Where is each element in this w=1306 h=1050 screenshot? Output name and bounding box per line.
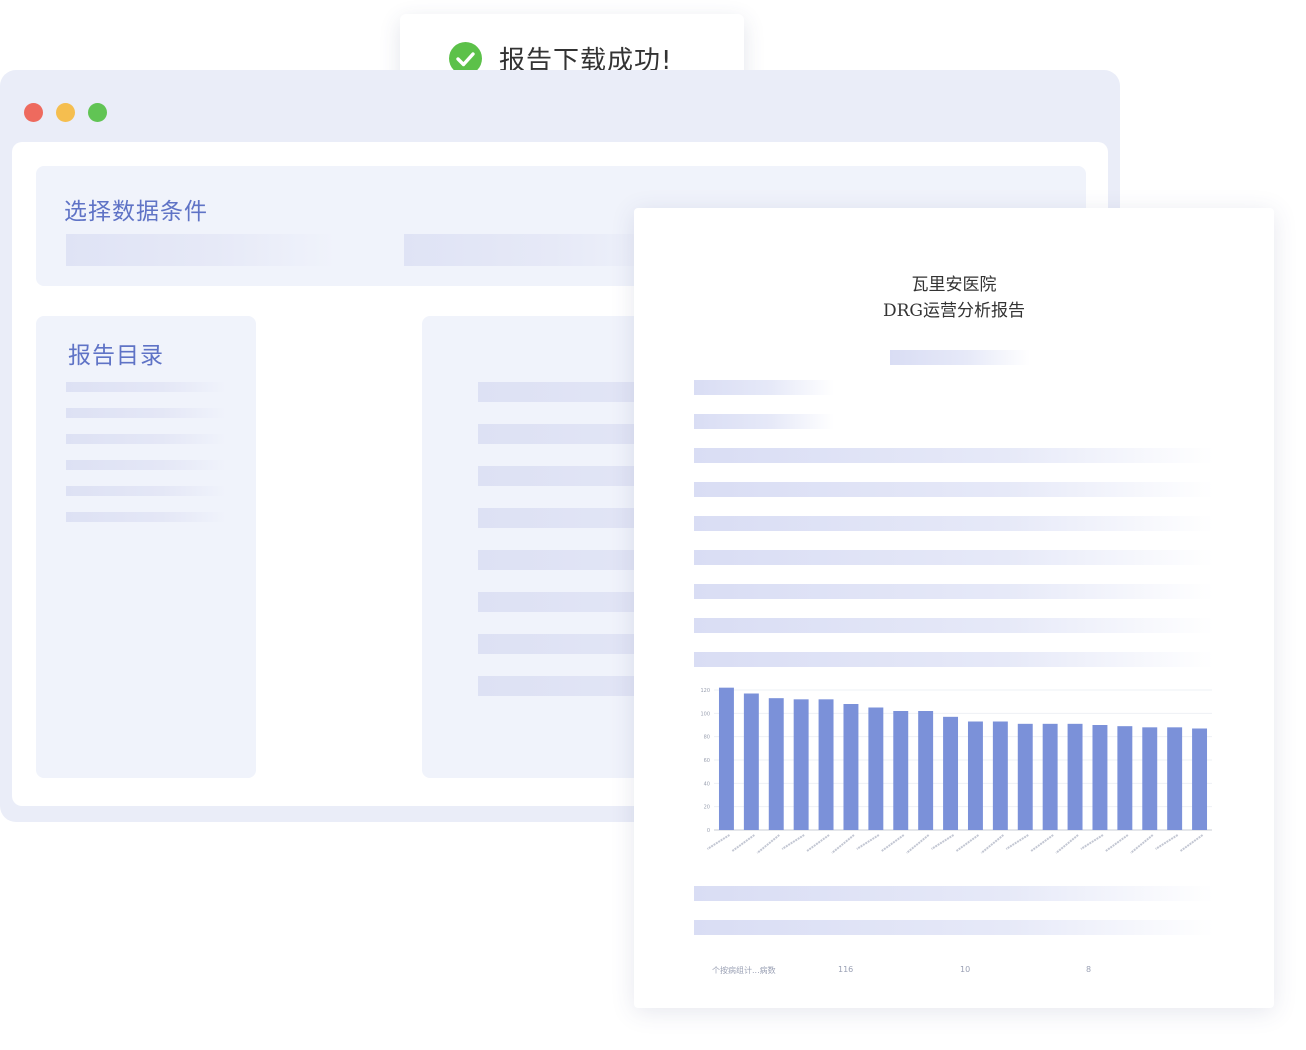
- filter-field-placeholder[interactable]: [66, 234, 336, 266]
- chart-bar: [793, 699, 809, 830]
- report-footer-value: 116: [838, 965, 854, 974]
- chart-bar: [1092, 725, 1108, 830]
- chart-bar: [918, 711, 934, 830]
- chart-bar: [1067, 723, 1083, 830]
- chart-bar: [893, 711, 909, 830]
- report-line-placeholder: [694, 380, 834, 395]
- maximize-dot[interactable]: [88, 103, 107, 122]
- report-line-placeholder: [694, 618, 1214, 633]
- chart-bar: [868, 707, 884, 830]
- chart-x-tick-label: [856, 834, 880, 850]
- report-line-placeholder: [694, 584, 1214, 599]
- filters-panel-title: 选择数据条件: [64, 199, 208, 225]
- chart-y-tick-label: 0: [707, 828, 710, 834]
- toc-item-placeholder[interactable]: [66, 486, 226, 496]
- chart-bar: [992, 721, 1008, 830]
- report-line-placeholder: [694, 516, 1214, 531]
- chart-bar: [1142, 727, 1158, 830]
- chart-x-tick-label: [806, 834, 830, 852]
- report-subtitle-placeholder: [890, 350, 1030, 365]
- chart-y-tick-label: 100: [700, 711, 710, 717]
- chart-x-tick-label: [731, 834, 755, 852]
- chart-bar: [1192, 728, 1208, 830]
- chart-x-tick-label: [781, 834, 805, 850]
- chart-bar: [818, 699, 834, 830]
- report-bar-chart: 0 20 40 60 80 100 120: [700, 687, 1212, 854]
- chart-y-tick-label: 80: [704, 735, 710, 741]
- chart-x-tick-label: [756, 834, 780, 854]
- report-footer-value: 8: [1086, 965, 1092, 974]
- toc-panel: 报告目录: [36, 316, 256, 778]
- report-line-placeholder: [694, 886, 1214, 901]
- report-title: DRG运营分析报告: [882, 301, 1025, 321]
- chart-x-tick-label: [881, 834, 905, 852]
- toc-item-placeholder[interactable]: [66, 434, 226, 444]
- chart-bar: [1117, 726, 1133, 830]
- minimize-dot[interactable]: [56, 103, 75, 122]
- report-line-placeholder: [694, 414, 834, 429]
- toc-panel-title: 报告目录: [68, 343, 164, 369]
- chart-x-tick-label: [1005, 834, 1029, 850]
- chart-bar: [1042, 723, 1058, 830]
- chart-y-tick-label: 60: [704, 758, 710, 764]
- chart-bar: [967, 721, 983, 830]
- chart-x-tick-label: [1080, 834, 1104, 850]
- chart-x-tick-label: [1130, 834, 1154, 854]
- toc-item-placeholder[interactable]: [66, 512, 226, 522]
- report-footer-value: 10: [960, 965, 971, 974]
- report-line-placeholder: [694, 482, 1214, 497]
- chart-x-tick-label: [831, 834, 855, 854]
- report-hospital-name: 瓦里安医院: [911, 275, 997, 295]
- chart-x-tick-label: [955, 834, 980, 852]
- chart-y-tick-label: 40: [704, 781, 710, 787]
- chart-x-tick-label: [1179, 834, 1204, 852]
- chart-x-tick-label: [980, 834, 1004, 854]
- chart-x-tick-label: [1105, 834, 1129, 852]
- report-document[interactable]: 瓦里安医院 DRG运营分析报告 0 20 40 60 80 100 120 个按病组计...…: [634, 208, 1274, 1008]
- toc-item-placeholder[interactable]: [66, 460, 226, 470]
- chart-x-tick-label: [906, 834, 930, 854]
- chart-x-tick-label: [931, 834, 955, 850]
- report-line-placeholder: [694, 920, 1214, 935]
- chart-y-tick-label: 120: [700, 688, 710, 694]
- chart-x-tick-label: [1155, 834, 1179, 850]
- chart-bar: [1017, 723, 1033, 830]
- chart-bar: [718, 687, 734, 830]
- chart-bar: [1167, 727, 1183, 830]
- report-line-placeholder: [694, 448, 1214, 463]
- report-footer-text: 个按病组计...病数: [712, 966, 776, 975]
- chart-y-tick-label: 20: [704, 805, 710, 811]
- chart-x-tick-label: [1055, 834, 1079, 854]
- report-line-placeholder: [694, 652, 1214, 667]
- toc-item-placeholder[interactable]: [66, 408, 226, 418]
- chart-bar: [943, 716, 959, 830]
- report-line-placeholder: [694, 550, 1214, 565]
- chart-x-tick-label: [1030, 834, 1054, 852]
- toc-item-placeholder[interactable]: [66, 382, 226, 392]
- chart-bar: [743, 693, 759, 830]
- chart-bar: [843, 704, 859, 830]
- close-dot[interactable]: [24, 103, 43, 122]
- chart-bar: [768, 698, 784, 830]
- chart-x-tick-label: [706, 834, 730, 850]
